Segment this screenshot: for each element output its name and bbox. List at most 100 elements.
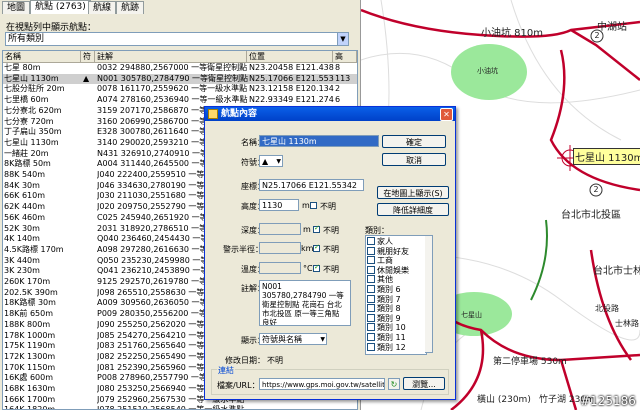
reduce-detail-button[interactable]: 降低詳細度 bbox=[377, 203, 449, 216]
alarm-unknown-label: 不明 bbox=[323, 245, 339, 254]
cancel-button[interactable]: 取消 bbox=[382, 153, 446, 166]
category-item[interactable]: 類別 7 bbox=[367, 294, 401, 305]
row-name: 202.5K 390m bbox=[4, 287, 58, 297]
close-icon[interactable]: ✕ bbox=[440, 108, 453, 121]
category-item[interactable]: 類別 8 bbox=[367, 304, 401, 314]
category-checkbox[interactable] bbox=[367, 265, 375, 274]
row-name: 168K 1630m bbox=[4, 384, 56, 393]
category-item[interactable]: 類別 6 bbox=[367, 285, 401, 295]
tab-waypoints[interactable]: 航點 (2763) bbox=[30, 0, 91, 14]
category-checkbox[interactable] bbox=[367, 323, 375, 332]
category-checkbox[interactable] bbox=[367, 304, 375, 313]
link-group-title: 連結 bbox=[217, 365, 235, 376]
row-altitude: 2 bbox=[335, 84, 341, 94]
category-checkbox[interactable] bbox=[367, 313, 375, 322]
category-filter-select[interactable]: 所有類別 ▼ bbox=[5, 32, 349, 46]
symbol-select[interactable]: ▲ ▼ bbox=[259, 155, 283, 167]
category-item[interactable]: 類別 9 bbox=[367, 313, 401, 324]
modified-value: 不明 bbox=[267, 356, 283, 365]
depth-unknown-checkbox[interactable]: ✓ bbox=[313, 224, 320, 233]
watermark: #125186 bbox=[580, 394, 636, 408]
col-symbol[interactable]: 符 bbox=[81, 51, 95, 62]
row-name: 七星山 1130m bbox=[4, 73, 59, 83]
row-position: N25.17066 E121.55342 bbox=[249, 73, 334, 83]
map-label: 小油坑 810m bbox=[481, 28, 544, 39]
depth-input[interactable] bbox=[259, 223, 301, 235]
row-name: 88K 540m bbox=[4, 170, 46, 179]
show-on-map-button[interactable]: 在地圖上顯示(S) bbox=[377, 186, 449, 199]
col-note[interactable]: 註解 bbox=[95, 51, 247, 62]
selected-waypoint-label[interactable]: 七星山 1130m bbox=[573, 148, 640, 165]
category-checkbox[interactable] bbox=[367, 294, 375, 303]
category-checkbox[interactable] bbox=[367, 246, 375, 255]
temperature-unknown-checkbox[interactable]: ✓ bbox=[313, 263, 320, 272]
tab-tracks[interactable]: 航跡 bbox=[116, 1, 145, 14]
col-position[interactable]: 位置 bbox=[247, 51, 333, 62]
map-label: 士林路 bbox=[615, 319, 639, 328]
dialog-titlebar[interactable]: 航點內容 ✕ bbox=[205, 107, 455, 121]
category-filter-value: 所有類別 bbox=[8, 34, 45, 44]
category-checkbox[interactable] bbox=[367, 237, 375, 245]
table-row[interactable]: 七星 80m 0032 294880,2567000 一等衛星控制點 觀音石 凌網… bbox=[3, 63, 357, 74]
altitude-input[interactable]: 1130 bbox=[259, 199, 299, 211]
category-checkbox[interactable] bbox=[367, 285, 375, 293]
category-item[interactable]: 家人 bbox=[367, 237, 393, 247]
category-item-label: 類別 9 bbox=[377, 313, 401, 323]
file-url-input[interactable]: https://www.gps.moi.gov.tw/satellite/ bbox=[259, 378, 385, 390]
row-name: 七分寮 720m bbox=[4, 116, 54, 126]
map-label: 小油坑 bbox=[477, 67, 498, 75]
category-list[interactable]: 家人 親朋好友 工商 休閒娛樂 其他 類別 6 類別 7 類別 8 類別 9 類別 10 類別 11… bbox=[365, 235, 427, 355]
name-input[interactable]: 七星山 1130m bbox=[259, 135, 379, 147]
ok-button[interactable]: 確定 bbox=[382, 135, 446, 148]
coord-input[interactable]: N25.17066 E121.55342 bbox=[259, 179, 364, 191]
open-link-icon[interactable]: ↻ bbox=[388, 378, 400, 390]
row-name: 4.5K路標 170m bbox=[4, 244, 64, 254]
row-name: 172K 1300m bbox=[4, 351, 56, 361]
category-item[interactable]: 休閒娛樂 bbox=[367, 265, 409, 276]
temperature-unit: °C bbox=[303, 264, 313, 273]
row-name: 62K 440m bbox=[4, 202, 46, 212]
altitude-unknown-checkbox[interactable] bbox=[310, 202, 317, 209]
col-name[interactable]: 名稱 bbox=[3, 51, 81, 62]
row-name: 4K 140m bbox=[4, 234, 40, 244]
temperature-unknown-label: 不明 bbox=[323, 265, 339, 274]
altitude-unit: m bbox=[302, 201, 310, 210]
row-symbol: ▲ bbox=[83, 73, 90, 83]
category-checkbox[interactable] bbox=[367, 342, 375, 351]
temperature-input[interactable] bbox=[259, 262, 301, 274]
row-altitude: 6 bbox=[335, 95, 341, 105]
note-textarea[interactable]: N001 305780,2784790 一等衛星控制點 花崗石 台北市北投區 原… bbox=[259, 280, 351, 326]
dialog-title: 航點內容 bbox=[221, 109, 258, 119]
table-row[interactable]: 七星山 1130m ▲ N001 305780,2784790 一等衛星控制點 花崗… bbox=[3, 73, 357, 85]
tab-map[interactable]: 地圖 bbox=[2, 1, 31, 14]
row-name: 66K 610m bbox=[4, 191, 46, 201]
category-item-label: 休閒娛樂 bbox=[377, 265, 409, 275]
chevron-down-icon: ▼ bbox=[337, 33, 348, 45]
category-scrollbar[interactable] bbox=[425, 235, 433, 353]
row-altitude: 113 bbox=[335, 73, 351, 83]
category-checkbox[interactable] bbox=[367, 333, 375, 341]
category-checkbox[interactable] bbox=[367, 256, 375, 265]
alarm-unknown-checkbox[interactable]: ✓ bbox=[313, 243, 320, 252]
tab-bar: 地圖 航點 (2763) 航線 航跡 bbox=[0, 0, 360, 14]
category-item[interactable]: 類別 11 bbox=[367, 333, 406, 343]
table-row[interactable]: 164K 1820m J078 251510,2568540 一等一級水準點 bbox=[3, 405, 357, 409]
category-item[interactable]: 其他 bbox=[367, 275, 393, 285]
category-item[interactable]: 工商 bbox=[367, 256, 393, 266]
table-row[interactable]: 七里橋 60m A074 278160,2536940 一等一級水準點 不銹鋼標 … bbox=[3, 95, 357, 106]
browse-button[interactable]: 瀏覽... bbox=[403, 377, 445, 390]
category-checkbox[interactable] bbox=[367, 275, 375, 284]
display-value: 符號與名稱 bbox=[262, 335, 302, 344]
category-item[interactable]: 類別 12 bbox=[367, 342, 406, 353]
table-row[interactable]: 七股分駐所 20m 0078 161170,2559620 一等一級水準點 不銹鋼… bbox=[3, 84, 357, 95]
display-select[interactable]: 符號與名稱 ▼ bbox=[259, 333, 327, 345]
row-note: 0078 161170,2559620 一等一級水準點 不銹鋼標 台南... bbox=[97, 84, 248, 94]
col-altitude[interactable]: 高 bbox=[333, 51, 357, 62]
row-name: 8K路標 50m bbox=[4, 159, 51, 169]
alarm-radius-input[interactable] bbox=[259, 242, 301, 254]
row-name: 3K 440m bbox=[4, 255, 40, 265]
row-name: 七星山 1130m bbox=[4, 137, 59, 147]
tab-routes[interactable]: 航線 bbox=[88, 1, 117, 14]
category-item[interactable]: 親朋好友 bbox=[367, 246, 409, 257]
category-item[interactable]: 類別 10 bbox=[367, 323, 406, 333]
